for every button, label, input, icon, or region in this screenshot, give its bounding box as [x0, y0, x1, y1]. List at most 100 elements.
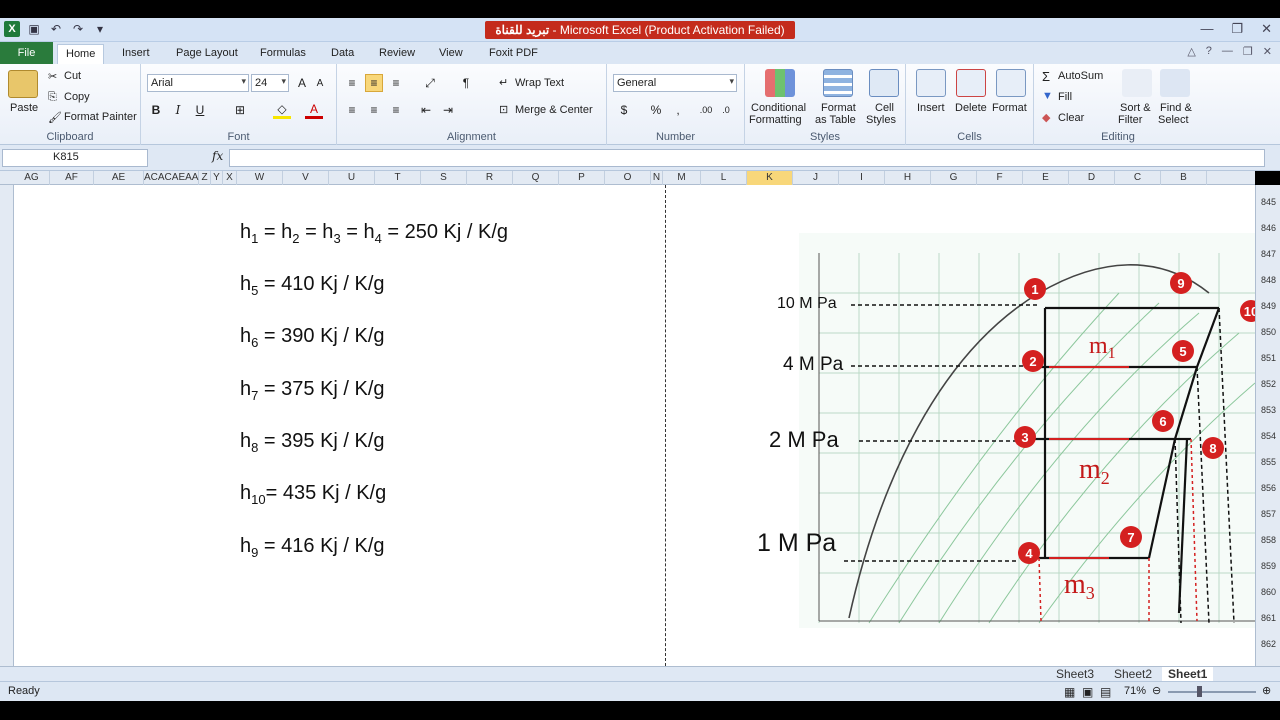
row-header[interactable]: 862 [1256, 639, 1280, 649]
column-header[interactable]: F [977, 171, 1023, 185]
column-header[interactable]: AF [50, 171, 94, 185]
orientation-icon[interactable]: ⤢ [421, 74, 439, 92]
page-layout-view-icon[interactable]: ▣ [1082, 685, 1093, 699]
redo-icon[interactable]: ↷ [70, 21, 86, 37]
delete-cells-icon[interactable] [956, 69, 986, 97]
sort-filter-button[interactable]: Sort & [1120, 102, 1151, 114]
copy-button[interactable]: Copy [64, 91, 90, 103]
zoom-in-icon[interactable]: ⊕ [1262, 684, 1271, 697]
column-header[interactable]: R [467, 171, 513, 185]
conditional-formatting-button-line2[interactable]: Formatting [749, 114, 802, 126]
worksheet-grid[interactable]: h1 = h2 = h3 = h4 = 250 Kj / K/g h5 = 410… [14, 185, 1255, 666]
row-header[interactable]: 847 [1256, 249, 1280, 259]
row-header[interactable]: 853 [1256, 405, 1280, 415]
find-select-icon[interactable] [1160, 69, 1190, 97]
format-as-table-icon[interactable] [823, 69, 853, 97]
minimize-icon[interactable]: — [1200, 21, 1213, 37]
italic-button[interactable]: I [169, 101, 187, 119]
column-header[interactable]: N [651, 171, 663, 185]
tab-foxit-pdf[interactable]: Foxit PDF [481, 44, 546, 64]
currency-button[interactable]: $ [615, 101, 633, 119]
format-painter-button[interactable]: Format Painter [64, 111, 137, 123]
cell-styles-icon[interactable] [869, 69, 899, 97]
paste-button[interactable]: Paste [10, 102, 38, 114]
merge-center-icon[interactable]: ⊡ [499, 103, 508, 116]
number-format-select[interactable]: General [613, 74, 737, 92]
align-center-icon[interactable]: ≡ [365, 101, 383, 119]
autosum-icon[interactable]: Σ [1042, 69, 1050, 84]
normal-view-icon[interactable]: ▦ [1064, 685, 1075, 699]
cut-icon[interactable]: ✂ [48, 70, 57, 83]
tab-insert[interactable]: Insert [114, 44, 158, 64]
restore-icon[interactable]: ❐ [1231, 21, 1243, 37]
tab-formulas[interactable]: Formulas [252, 44, 314, 64]
align-middle-icon[interactable]: ≡ [365, 74, 383, 92]
align-left-icon[interactable]: ≡ [343, 101, 361, 119]
delete-button[interactable]: Delete [955, 102, 987, 114]
tab-page-layout[interactable]: Page Layout [168, 44, 246, 64]
comma-button[interactable]: , [669, 101, 687, 119]
conditional-formatting-button[interactable]: Conditional [751, 102, 806, 114]
column-header[interactable]: K [747, 171, 793, 185]
workbook-restore-icon[interactable]: ❐ [1243, 45, 1253, 58]
shrink-font-icon[interactable]: A [311, 74, 329, 92]
column-header[interactable]: AG [14, 171, 50, 185]
row-header[interactable]: 852 [1256, 379, 1280, 389]
decrease-indent-icon[interactable]: ⇤ [417, 101, 435, 119]
customize-qat-icon[interactable]: ▾ [92, 21, 108, 37]
fill-icon[interactable]: ▼ [1042, 90, 1053, 102]
close-icon[interactable]: ✕ [1261, 21, 1272, 37]
column-header[interactable]: J [793, 171, 839, 185]
row-header[interactable]: 849 [1256, 301, 1280, 311]
workbook-minimize-icon[interactable]: — [1222, 45, 1233, 58]
column-header[interactable]: AE [94, 171, 144, 185]
sort-filter-button-line2[interactable]: Filter [1118, 114, 1142, 126]
row-header[interactable]: 857 [1256, 509, 1280, 519]
formula-input[interactable] [229, 149, 1265, 167]
fill-color-icon[interactable]: ◇ [273, 101, 291, 119]
row-header[interactable]: 861 [1256, 613, 1280, 623]
column-header[interactable]: T [375, 171, 421, 185]
format-painter-icon[interactable]: 🖌 [48, 111, 62, 124]
borders-icon[interactable]: ⊞ [231, 101, 249, 119]
cell-styles-button-line2[interactable]: Styles [866, 114, 896, 126]
zoom-slider[interactable] [1168, 691, 1256, 693]
column-header[interactable]: M [663, 171, 701, 185]
align-right-icon[interactable]: ≡ [387, 101, 405, 119]
autosum-button[interactable]: AutoSum [1058, 70, 1103, 82]
column-header[interactable]: C [1115, 171, 1161, 185]
column-header[interactable]: Q [513, 171, 559, 185]
increase-indent-icon[interactable]: ⇥ [439, 101, 457, 119]
column-header[interactable]: ACACAEAA [144, 171, 199, 185]
cell-styles-button[interactable]: Cell [875, 102, 894, 114]
column-header[interactable]: L [701, 171, 747, 185]
row-header[interactable]: 860 [1256, 587, 1280, 597]
row-header[interactable]: 854 [1256, 431, 1280, 441]
bold-button[interactable]: B [147, 101, 165, 119]
help-icon[interactable]: ? [1206, 45, 1212, 58]
zoom-slider-thumb[interactable] [1197, 686, 1202, 697]
row-header[interactable]: 858 [1256, 535, 1280, 545]
font-size-select[interactable]: 24 [251, 74, 289, 92]
row-header[interactable]: 851 [1256, 353, 1280, 363]
row-header[interactable]: 846 [1256, 223, 1280, 233]
align-top-icon[interactable]: ≡ [343, 74, 361, 92]
column-header[interactable]: W [237, 171, 283, 185]
name-box[interactable]: K815 [2, 149, 148, 167]
increase-decimal-icon[interactable]: .00 [697, 101, 715, 119]
column-header[interactable]: I [839, 171, 885, 185]
row-header[interactable]: 855 [1256, 457, 1280, 467]
find-select-button-line2[interactable]: Select [1158, 114, 1189, 126]
wrap-text-icon[interactable]: ↵ [499, 76, 508, 89]
wrap-text-button[interactable]: Wrap Text [515, 77, 564, 89]
column-header[interactable]: G [931, 171, 977, 185]
tab-view[interactable]: View [431, 44, 471, 64]
row-header[interactable]: 845 [1256, 197, 1280, 207]
sort-filter-icon[interactable] [1122, 69, 1152, 97]
format-as-table-button[interactable]: Format [821, 102, 856, 114]
insert-button[interactable]: Insert [917, 102, 945, 114]
row-header[interactable]: 856 [1256, 483, 1280, 493]
percent-button[interactable]: % [647, 101, 665, 119]
column-header[interactable]: O [605, 171, 651, 185]
find-select-button[interactable]: Find & [1160, 102, 1192, 114]
